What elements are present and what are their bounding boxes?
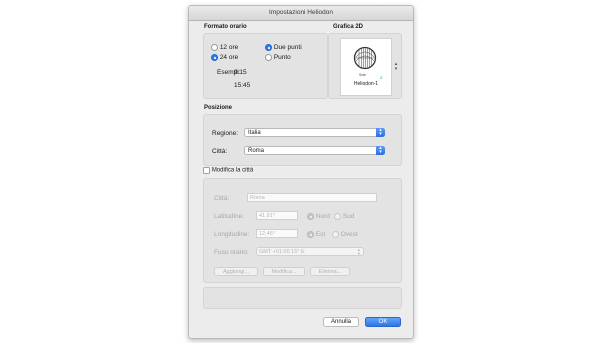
radio-24-hours-label: 24 ore [219,54,239,61]
latitude-label: Latitudine: [214,213,244,220]
longitude-label: Longitudine: [214,231,250,238]
longitude-field[interactable]: 12,46° [256,229,298,238]
window-title: Impostazioni Heliodon [189,6,413,21]
radio-south[interactable]: Sud [334,213,354,220]
preview-caption: Heliodon-1 [353,81,379,87]
timezone-value: GMT +01:00 15° E [259,249,305,255]
radio-east-label: Est [315,231,326,238]
example-1: 9:15 [234,69,247,76]
modify-city-button[interactable]: Modifica... [263,267,305,276]
cancel-button[interactable]: Annulla [323,317,359,327]
ok-button[interactable]: OK [365,317,401,327]
radio-east-indicator [307,231,314,238]
radio-north[interactable]: Nord [307,213,330,220]
example-2: 15:45 [234,82,251,89]
radio-colon-indicator [265,44,272,51]
modify-city-label: Modifica la città [211,167,254,174]
preview-mark: Z [380,75,383,80]
radio-east[interactable]: Est [307,231,325,238]
radio-period-label: Punto [273,54,291,61]
timezone-chevron-icon: ▴ ▾ [357,247,360,256]
radio-12-hours[interactable]: 12 ore [211,44,238,51]
radio-24-hours[interactable]: 24 ore [211,54,238,61]
radio-period[interactable]: Punto [265,54,291,61]
radio-south-indicator [334,213,341,220]
empty-panel [203,287,402,309]
radio-12-hours-indicator [211,44,218,51]
modify-city-panel: Città: Roma Latitudine: 41,91° Nord Sud … [203,178,402,283]
radio-period-indicator [265,54,272,61]
time-format-title: Formato orario [204,24,247,30]
radio-12-hours-label: 12 ore [219,44,239,51]
radio-west-indicator [332,231,339,238]
timezone-select[interactable]: GMT +01:00 15° E ▴ ▾ [256,247,364,256]
position-title: Posizione [204,105,233,111]
preview-sun-label: Sole [359,73,367,77]
city-value: Roma [248,148,265,154]
latitude-field[interactable]: 41,91° [256,211,298,220]
radio-north-indicator [307,213,314,220]
sun-diagram-icon [353,46,377,70]
mod-city-field[interactable]: Roma [247,193,377,202]
preview-stepper[interactable]: ▴ ▾ [393,62,399,72]
radio-24-hours-indicator [211,54,218,61]
radio-colon[interactable]: Due punti [265,44,302,51]
region-select-chevron-icon: ▴ ▾ [376,128,385,137]
region-label: Regione: [212,130,239,137]
time-format-panel: 12 ore 24 ore Due punti Punto Esempi: 9:… [203,33,328,99]
radio-colon-label: Due punti [273,44,302,51]
modify-city-checkbox-box [203,167,210,174]
graphic-2d-panel: Sole Z Heliodon-1 ▴ ▾ [328,33,402,99]
timezone-label: Fuso orario: [214,249,249,256]
graphic-2d-title: Grafica 2D [333,24,364,30]
radio-west-label: Ovest [340,231,358,238]
radio-south-label: Sud [342,213,355,220]
settings-dialog: Impostazioni Heliodon Formato orario 12 … [188,5,414,339]
region-value: Italia [248,130,261,136]
radio-west[interactable]: Ovest [332,231,358,238]
city-select[interactable]: Roma ▴ ▾ [244,146,385,155]
city-label: Città: [212,148,228,155]
city-select-chevron-icon: ▴ ▾ [376,146,385,155]
position-panel: Regione: Italia ▴ ▾ Città: Roma ▴ ▾ [203,114,402,166]
mod-city-label: Città: [214,195,230,202]
modify-city-checkbox[interactable]: Modifica la città [203,167,253,174]
region-select[interactable]: Italia ▴ ▾ [244,128,385,137]
add-city-button[interactable]: Aggiungi... [214,267,258,276]
heliodon-preview[interactable]: Sole Z Heliodon-1 [340,38,392,96]
radio-north-label: Nord [315,213,330,220]
delete-city-button[interactable]: Elimina... [310,267,350,276]
